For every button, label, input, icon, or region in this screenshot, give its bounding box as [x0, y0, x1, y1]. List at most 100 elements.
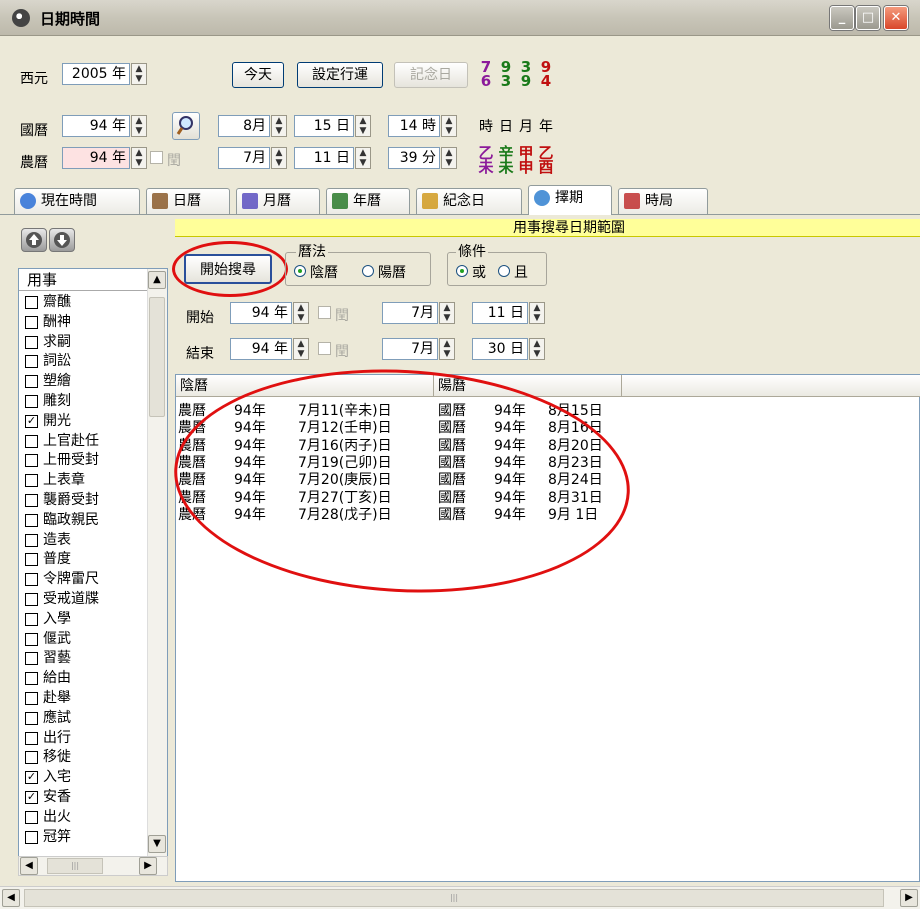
- lunar-month-field[interactable]: 7月: [218, 147, 270, 169]
- list-item[interactable]: 普度: [25, 552, 145, 567]
- leap-month-checkbox[interactable]: [150, 151, 163, 164]
- national-day-field[interactable]: 15 日: [294, 115, 354, 137]
- lunar-month-spinner[interactable]: ▲ ▼: [271, 147, 287, 169]
- list-item[interactable]: 塑繪: [25, 374, 145, 389]
- window-horizontal-scrollbar[interactable]: ◀ ||| ▶: [0, 886, 920, 909]
- list-item[interactable]: 酬神: [25, 315, 145, 329]
- close-button[interactable]: ✕: [884, 6, 908, 30]
- list-item[interactable]: 襲爵受封: [25, 493, 145, 507]
- activity-checkbox[interactable]: [25, 395, 38, 408]
- list-item[interactable]: 上官赴任: [25, 434, 145, 448]
- list-scroll-right-button[interactable]: ▶: [139, 857, 157, 875]
- list-item[interactable]: 移徙: [25, 750, 145, 765]
- activity-checkbox[interactable]: [25, 533, 38, 547]
- activity-checkbox[interactable]: [25, 375, 38, 389]
- activity-checkbox[interactable]: ✓: [25, 771, 38, 785]
- list-item[interactable]: 偃武: [25, 632, 145, 646]
- lunar-year-field[interactable]: 94 年: [62, 147, 130, 169]
- set-fortune-button[interactable]: 設定行運: [297, 62, 383, 88]
- list-item[interactable]: ✓ 入宅: [25, 770, 145, 785]
- national-hour-spinner[interactable]: ▲ ▼: [441, 115, 457, 137]
- activity-checkbox[interactable]: [25, 751, 38, 765]
- national-year-spinner[interactable]: ▲ ▼: [131, 115, 147, 137]
- end-month-spinner[interactable]: ▲ ▼: [439, 338, 455, 360]
- end-leap-checkbox[interactable]: [318, 342, 331, 355]
- activity-checkbox[interactable]: [25, 632, 38, 646]
- lunar-day-spinner[interactable]: ▲ ▼: [355, 147, 371, 169]
- list-scroll-thumb[interactable]: [149, 297, 165, 417]
- window-scroll-left-button[interactable]: ◀: [2, 889, 20, 907]
- national-month-field[interactable]: 8月: [218, 115, 270, 137]
- activity-checkbox[interactable]: [25, 731, 38, 745]
- end-month-field[interactable]: 7月: [382, 338, 438, 360]
- list-item[interactable]: ✓ 安香: [25, 790, 145, 804]
- window-scroll-right-button[interactable]: ▶: [900, 889, 918, 907]
- minimize-button[interactable]: _: [830, 6, 854, 30]
- lunar-year-spinner[interactable]: ▲ ▼: [131, 147, 147, 169]
- activity-checkbox[interactable]: [25, 652, 38, 666]
- next-button[interactable]: [49, 228, 75, 252]
- activity-checkbox[interactable]: [25, 335, 38, 349]
- tab-6[interactable]: 擇期: [528, 185, 612, 215]
- activity-checkbox[interactable]: [25, 830, 38, 844]
- activity-checkbox[interactable]: [25, 494, 38, 507]
- activity-checkbox[interactable]: [25, 434, 38, 448]
- list-item[interactable]: 冠笄: [25, 830, 145, 844]
- tab-5[interactable]: 紀念日: [416, 188, 522, 214]
- lunar-minute-field[interactable]: 39 分: [388, 147, 440, 169]
- list-item[interactable]: 求嗣: [25, 335, 145, 349]
- list-item[interactable]: 習藝: [25, 651, 145, 666]
- lunar-day-field[interactable]: 11 日: [294, 147, 354, 169]
- list-hscroll-thumb[interactable]: |||: [47, 858, 103, 874]
- list-item[interactable]: 上冊受封: [25, 453, 145, 468]
- memorial-button[interactable]: 記念日: [394, 62, 468, 88]
- western-year-field[interactable]: 2005 年: [62, 63, 130, 85]
- national-hour-field[interactable]: 14 時: [388, 115, 440, 137]
- list-item[interactable]: 上表章: [25, 473, 145, 488]
- list-item[interactable]: 臨政親民: [25, 513, 145, 527]
- window-hscroll-thumb[interactable]: |||: [24, 889, 884, 907]
- activity-checkbox[interactable]: [25, 474, 38, 488]
- list-item[interactable]: 齋醮: [25, 295, 145, 309]
- start-year-field[interactable]: 94 年: [230, 302, 292, 324]
- activity-checkbox[interactable]: [25, 672, 38, 686]
- activity-checkbox[interactable]: ✓: [25, 414, 38, 428]
- start-month-field[interactable]: 7月: [382, 302, 438, 324]
- prev-button[interactable]: [21, 228, 47, 252]
- list-item[interactable]: 出行: [25, 731, 145, 745]
- activity-checkbox[interactable]: [25, 553, 38, 567]
- activity-checkbox[interactable]: [25, 711, 38, 725]
- activity-checkbox[interactable]: [25, 810, 38, 824]
- end-year-spinner[interactable]: ▲ ▼: [293, 338, 309, 360]
- end-day-field[interactable]: 30 日: [472, 338, 528, 360]
- end-day-spinner[interactable]: ▲ ▼: [529, 338, 545, 360]
- activity-checkbox[interactable]: [25, 315, 38, 329]
- start-day-spinner[interactable]: ▲ ▼: [529, 302, 545, 324]
- start-leap-checkbox[interactable]: [318, 306, 331, 319]
- start-day-field[interactable]: 11 日: [472, 302, 528, 324]
- activity-checkbox[interactable]: [25, 296, 38, 309]
- lunar-radio[interactable]: [294, 265, 306, 277]
- end-year-field[interactable]: 94 年: [230, 338, 292, 360]
- list-item[interactable]: 雕刻: [25, 394, 145, 408]
- lunar-minute-spinner[interactable]: ▲ ▼: [441, 147, 457, 169]
- tab-2[interactable]: 日曆: [146, 188, 230, 214]
- start-year-spinner[interactable]: ▲ ▼: [293, 302, 309, 324]
- tab-3[interactable]: 月曆: [236, 188, 320, 214]
- national-day-spinner[interactable]: ▲ ▼: [355, 115, 371, 137]
- title-bar[interactable]: 日期時間 _ □ ✕: [0, 0, 920, 36]
- western-year-spinner[interactable]: ▲ ▼: [131, 63, 147, 85]
- activity-list[interactable]: 用事 齋醮 酬神 求嗣 詞訟 塑繪 雕刻 ✓ 開光 上官赴任 上冊受封 上表章 襲爵受封 臨政親民 造表普…: [18, 268, 168, 859]
- activity-checkbox[interactable]: [25, 573, 38, 587]
- activity-checkbox[interactable]: [25, 692, 38, 705]
- convert-search-button[interactable]: [172, 112, 200, 140]
- scroll-down-button[interactable]: ▼: [148, 835, 166, 853]
- list-item[interactable]: 入學: [25, 612, 145, 626]
- list-item[interactable]: 令牌雷尺: [25, 572, 145, 587]
- list-item[interactable]: 受戒道牒: [25, 592, 145, 606]
- tab-4[interactable]: 年曆: [326, 188, 410, 214]
- activity-checkbox[interactable]: [25, 513, 38, 527]
- national-year-field[interactable]: 94 年: [62, 115, 130, 137]
- solar-radio[interactable]: [362, 265, 374, 277]
- maximize-button[interactable]: □: [856, 6, 880, 30]
